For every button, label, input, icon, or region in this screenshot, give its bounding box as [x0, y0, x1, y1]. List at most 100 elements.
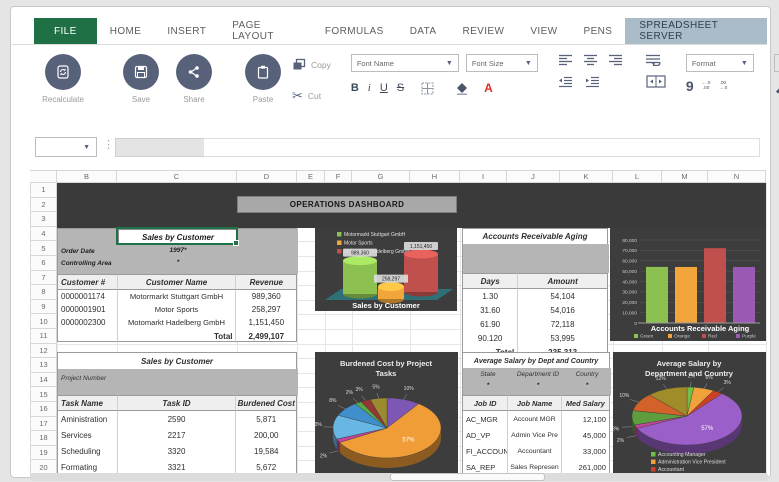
row-header-11[interactable]: 11 [30, 329, 57, 344]
horizontal-scrollbar-thumb[interactable] [390, 473, 545, 481]
col-header-customer-name[interactable]: Customer Name [117, 274, 237, 290]
table-title[interactable]: Average Salary by Dept and Country [463, 353, 609, 368]
col-header-task-id[interactable]: Task ID [117, 395, 237, 411]
cell-task-name[interactable]: Services [58, 427, 118, 443]
cell-task-id[interactable]: 3320 [118, 443, 237, 459]
cell-task-name[interactable]: Aministration [58, 411, 118, 427]
row-header-5[interactable]: 5 [30, 241, 57, 256]
table-row: Average Salary by Dept and Country [463, 353, 609, 368]
column-header-I[interactable]: I [460, 170, 507, 183]
accounts-receivable-aging-chart[interactable]: 0 10,000 20,000 30,000 40,000 50,000 60,000 70,… [610, 228, 766, 341]
column-header-C[interactable]: C [117, 170, 237, 183]
cell-job-id[interactable]: AD_VP [463, 427, 509, 443]
column-header-K[interactable]: K [560, 170, 613, 183]
row-header-4[interactable]: 4 [30, 226, 57, 242]
cell-job-name[interactable]: Admin Vice Pre [508, 427, 562, 443]
column-header-G[interactable]: G [352, 170, 410, 183]
cell-task-id[interactable]: 2590 [118, 411, 237, 427]
cell-total-value[interactable]: 2,499,107 [236, 329, 296, 343]
cell-revenue[interactable]: 989,360 [236, 290, 296, 303]
cell-revenue[interactable]: 258,297 [236, 303, 296, 316]
cell-job-id[interactable]: FI_ACCOUN [463, 443, 509, 459]
cell-days[interactable]: 90.120 [463, 331, 519, 345]
cell-amount[interactable]: 54,016 [518, 303, 607, 317]
row-header-1[interactable]: 1 [30, 183, 57, 198]
cell-amount[interactable]: 54,104 [518, 289, 607, 303]
row-header-9[interactable]: 9 [30, 299, 57, 315]
row-header-16[interactable]: 16 [30, 402, 57, 417]
cell-customer-name[interactable]: Motormarkt Stuttgart GmbH [118, 290, 237, 303]
cell-customer-number[interactable]: 0000001174 [58, 290, 118, 303]
cell-med-salary[interactable]: 12,100 [562, 411, 609, 427]
col-header-job-name[interactable]: Job Name [508, 395, 562, 411]
column-header-B[interactable]: B [57, 170, 117, 183]
cell-days[interactable]: 31.60 [463, 303, 519, 317]
cell-customer-name[interactable]: Motor Sports [118, 303, 237, 316]
cell-burdened-cost[interactable]: 5,871 [236, 411, 296, 427]
row-header-6[interactable]: 6 [30, 256, 57, 271]
cell-customer-number[interactable]: 0000002300 [58, 316, 118, 329]
row-header-3[interactable]: 3 [30, 212, 57, 227]
row-header-15[interactable]: 15 [30, 387, 57, 402]
svg-text:Orange: Orange [674, 334, 690, 340]
col-header-revenue[interactable]: Revenue [236, 274, 296, 290]
fill-handle[interactable] [233, 240, 239, 246]
column-header-J[interactable]: J [507, 170, 560, 183]
cell-empty[interactable] [58, 329, 118, 343]
cell-customer-number[interactable]: 0000001901 [58, 303, 118, 316]
cell-med-salary[interactable]: 33,000 [562, 443, 609, 459]
row-header-17[interactable]: 17 [30, 416, 57, 432]
row-header-18[interactable]: 18 [30, 431, 57, 446]
sales-by-customer-table: Sales by Customer Order Date 1997* Controll… [57, 228, 298, 343]
cell-task-id[interactable]: 2217 [118, 427, 237, 443]
table-title[interactable]: Accounts Receivable Aging [463, 229, 607, 244]
column-header-N[interactable]: N [708, 170, 766, 183]
cell-days[interactable]: 1.30 [463, 289, 519, 303]
col-header-days[interactable]: Days [463, 273, 519, 289]
cell-med-salary[interactable]: 45,000 [562, 427, 609, 443]
column-header-H[interactable]: H [410, 170, 460, 183]
sales-by-customer-chart[interactable]: Motormarkt Stuttgart GmbHMotor SportsMot… [315, 228, 457, 311]
cell-revenue[interactable]: 1,151,450 [236, 316, 296, 329]
column-header-E[interactable]: E [297, 170, 325, 183]
column-header-corner[interactable] [30, 170, 57, 183]
column-header-L[interactable]: L [613, 170, 662, 183]
col-header-med-salary[interactable]: Med Salary [561, 395, 609, 411]
col-header-burdened-cost[interactable]: Burdened Cost [236, 395, 296, 411]
cell-job-name[interactable]: Account MGR [508, 411, 562, 427]
svg-text:50,000: 50,000 [622, 269, 637, 275]
average-salary-chart[interactable]: Average Salary by Department and Country 2… [612, 352, 766, 476]
average-salary-table: Average Salary by Dept and Country State *… [462, 352, 611, 475]
col-header-amount[interactable]: Amount [518, 273, 607, 289]
cell-customer-name[interactable]: Motomarkt Hadelberg GmbH [118, 316, 237, 329]
cell-days[interactable]: 61.90 [463, 317, 519, 331]
col-header-task-name[interactable]: Task Name [58, 395, 118, 411]
column-header-M[interactable]: M [662, 170, 708, 183]
col-header-job-id[interactable]: Job ID [463, 395, 509, 411]
table-row: Customer # Customer Name Revenue [58, 274, 296, 290]
cell-job-name[interactable]: Accountant [508, 443, 562, 459]
cell-task-name[interactable]: Scheduling [58, 443, 118, 459]
cell-burdened-cost[interactable]: 200,00 [236, 427, 296, 443]
burdened-cost-chart[interactable]: Burdened Cost by ProjectTasks 10% 57% 2% 13%… [312, 352, 458, 476]
cell-amount[interactable]: 72,118 [518, 317, 607, 331]
row-header-8[interactable]: 8 [30, 285, 57, 300]
row-header-2[interactable]: 2 [30, 197, 57, 213]
svg-text:Sales by Customer: Sales by Customer [352, 301, 420, 310]
table-title[interactable]: Sales by Customer [58, 353, 296, 369]
cell-total-label[interactable]: Total [118, 329, 237, 343]
cell-job-id[interactable]: AC_MGR [463, 411, 509, 427]
row-header-19[interactable]: 19 [30, 445, 57, 461]
row-header-10[interactable]: 10 [30, 314, 57, 329]
cell-burdened-cost[interactable]: 19,584 [236, 443, 296, 459]
table-row: Job ID Job Name Med Salary [463, 395, 609, 411]
column-header-D[interactable]: D [237, 170, 297, 183]
row-header-13[interactable]: 13 [30, 358, 57, 373]
cell-amount[interactable]: 53,995 [518, 331, 607, 345]
row-header-7[interactable]: 7 [30, 270, 57, 286]
column-header-F[interactable]: F [325, 170, 352, 183]
col-header-customer-number[interactable]: Customer # [58, 274, 118, 290]
table-row: Accounts Receivable Aging [463, 229, 607, 244]
row-header-12[interactable]: 12 [30, 343, 57, 359]
row-header-14[interactable]: 14 [30, 372, 57, 388]
